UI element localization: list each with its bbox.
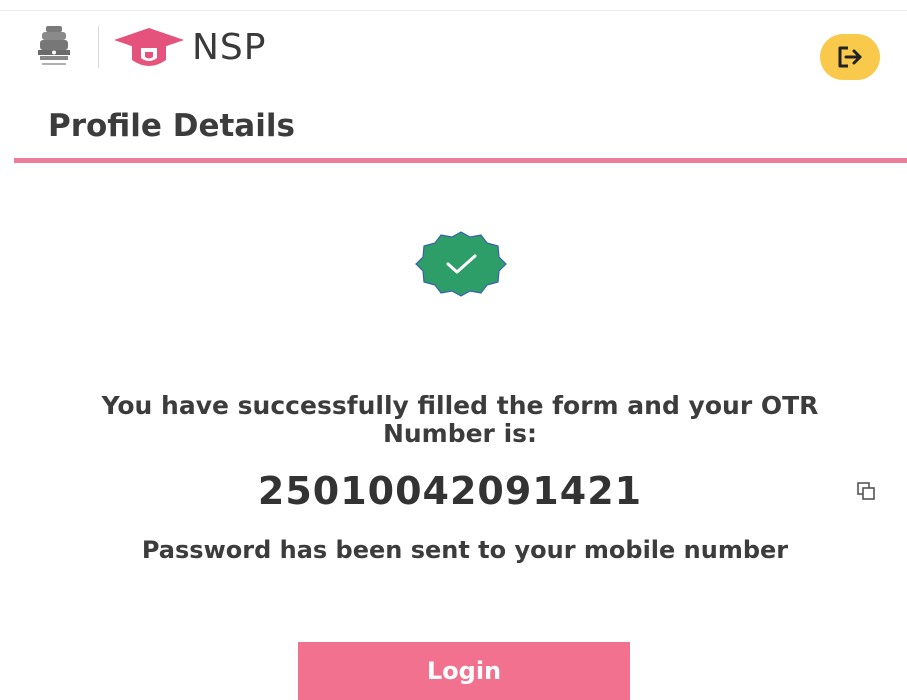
page-title: Profile Details xyxy=(48,108,295,144)
password-sent-note: Password has been sent to your mobile nu… xyxy=(141,536,789,564)
success-message: You have successfully filled the form an… xyxy=(101,391,819,448)
title-underline xyxy=(14,158,907,163)
copy-icon[interactable] xyxy=(856,481,878,501)
nsp-logo-icon xyxy=(114,28,184,66)
check-badge-icon xyxy=(415,231,507,297)
logout-button[interactable] xyxy=(820,34,880,80)
header-divider xyxy=(98,26,99,68)
brand-name: NSP xyxy=(192,27,267,68)
login-button[interactable]: Login xyxy=(298,642,630,700)
app-header: NSP xyxy=(0,12,907,82)
logout-icon xyxy=(838,46,862,68)
otr-number: 25010042091421 xyxy=(257,469,643,513)
national-emblem-icon xyxy=(38,26,70,65)
top-border xyxy=(0,10,907,11)
